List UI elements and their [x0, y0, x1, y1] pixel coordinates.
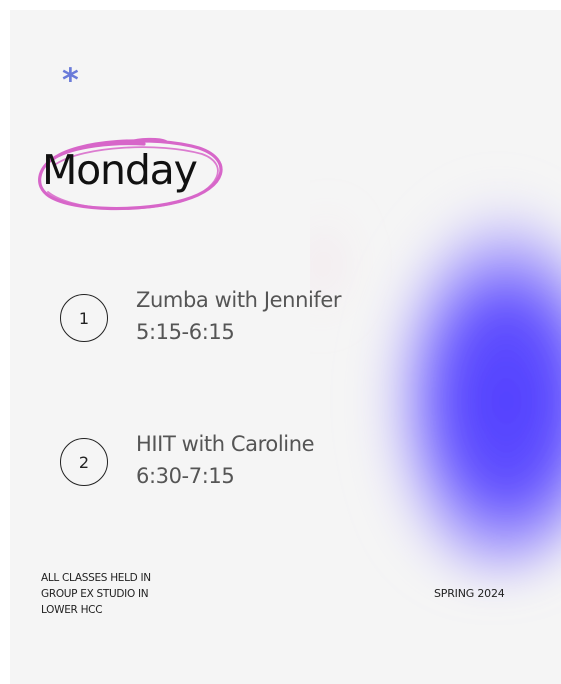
schedule-card: * Monday 1 Zumba with Jennifer 5:15-6:15…: [10, 10, 561, 684]
season-label: SPRING 2024: [434, 587, 505, 600]
class-number-badge: 2: [60, 438, 108, 486]
class-name: Zumba with Jennifer: [136, 288, 342, 312]
purple-gradient-blob-icon: [310, 185, 561, 578]
day-heading: Monday: [34, 130, 234, 215]
class-name: HIIT with Caroline: [136, 432, 315, 456]
list-item: 2 HIIT with Caroline 6:30-7:15: [60, 432, 420, 506]
class-number-badge: 1: [60, 294, 108, 342]
class-time: 5:15-6:15: [136, 320, 235, 344]
list-item: 1 Zumba with Jennifer 5:15-6:15: [60, 288, 420, 362]
page-title: Monday: [42, 146, 198, 194]
location-note: ALL CLASSES HELD IN GROUP EX STUDIO IN L…: [41, 572, 151, 616]
asterisk-icon: *: [62, 61, 79, 99]
class-time: 6:30-7:15: [136, 464, 235, 488]
